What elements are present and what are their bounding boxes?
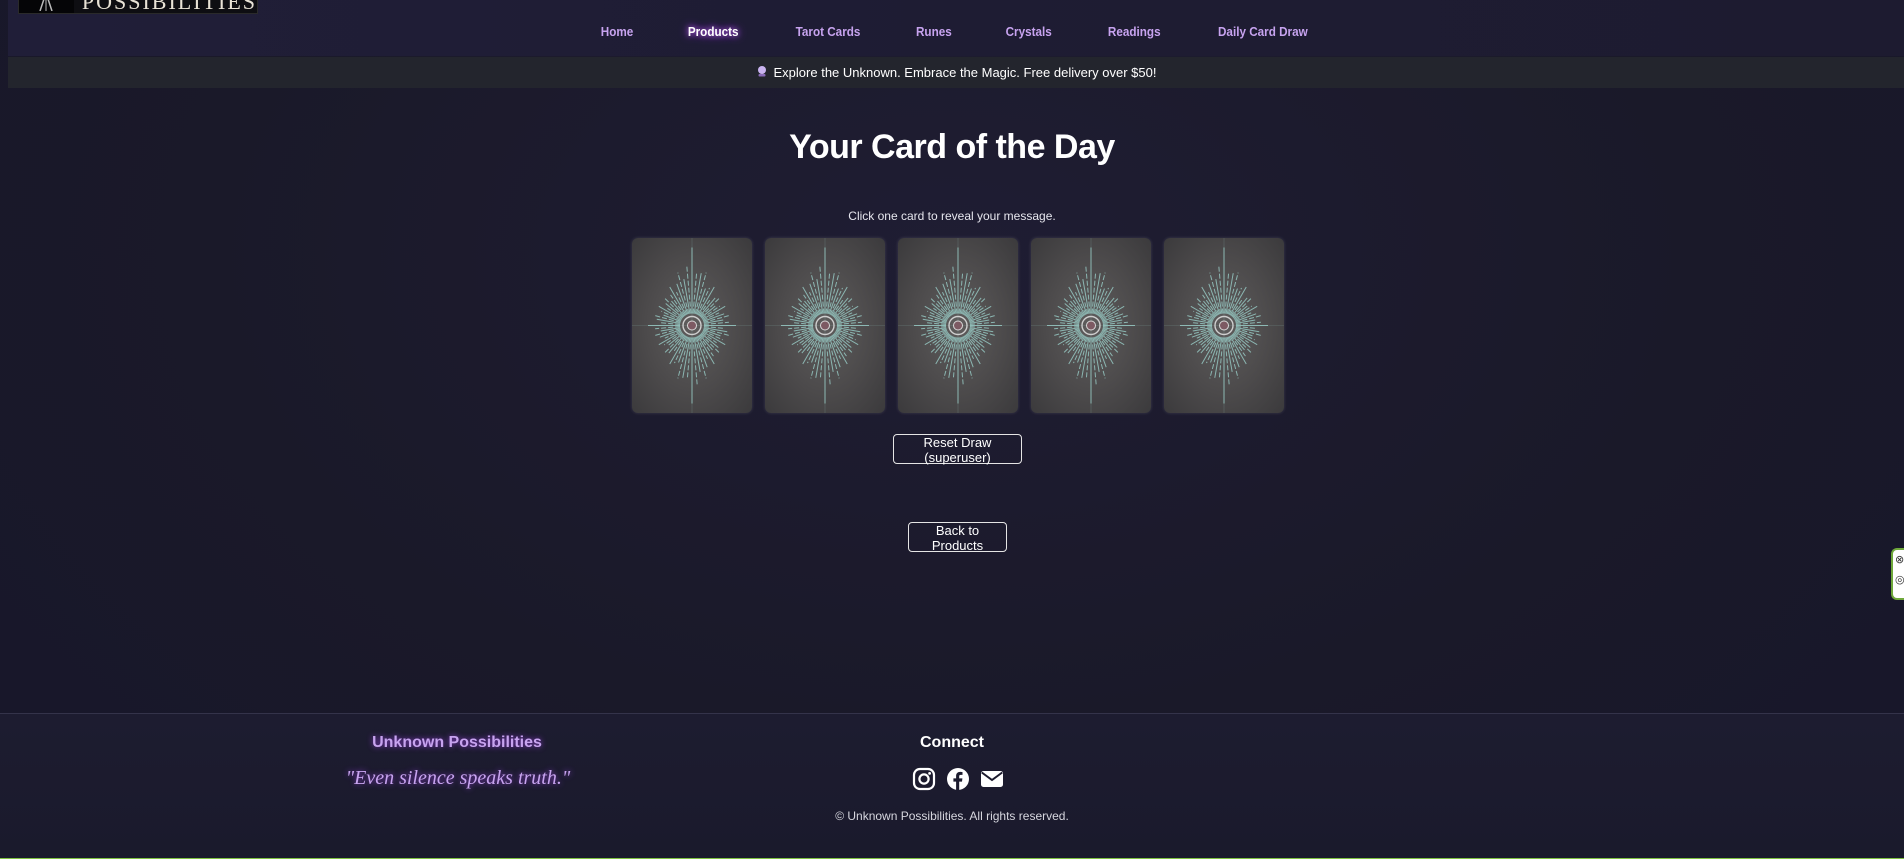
back-to-products-button[interactable]: Back to Products (908, 522, 1007, 553)
widget-icon[interactable]: ◎ (1893, 570, 1904, 590)
site-footer: Unknown Possibilities "Even silence spea… (0, 713, 1904, 859)
card-back-1[interactable] (632, 238, 752, 413)
reset-draw-button[interactable]: Reset Draw (superuser) (893, 434, 1022, 465)
instagram-icon[interactable] (912, 767, 936, 791)
logo-text: POSSIBILITIES (81, 0, 257, 14)
email-icon[interactable] (980, 767, 1004, 791)
nav-home[interactable]: Home (601, 24, 634, 39)
card-back-pattern (1164, 238, 1284, 413)
crystal-ball-icon (756, 65, 768, 80)
banner-text: Explore the Unknown. Embrace the Magic. … (773, 65, 1157, 80)
card-back-3[interactable] (898, 238, 1018, 413)
footer-quote: "Even silence speaks truth." (345, 767, 571, 789)
site-logo[interactable]: POSSIBILITIES (18, 0, 258, 14)
card-back-pattern (1031, 238, 1151, 413)
site-header: POSSIBILITIES Home Products Tarot Cards … (8, 0, 1904, 56)
connect-heading: Connect (920, 734, 984, 751)
announcement-banner: Explore the Unknown. Embrace the Magic. … (8, 57, 1904, 88)
close-icon[interactable]: ⊗ (1893, 550, 1904, 570)
page: POSSIBILITIES Home Products Tarot Cards … (0, 0, 1904, 859)
card-back-4[interactable] (1031, 238, 1151, 413)
card-back-2[interactable] (765, 238, 885, 413)
copyright-text: © Unknown Possibilities. All rights rese… (835, 809, 1069, 823)
nav-tarot-cards[interactable]: Tarot Cards (795, 24, 860, 39)
card-back-pattern (632, 238, 752, 413)
page-title: Your Card of the Day (789, 128, 1115, 166)
draw-instructions: Click one card to reveal your message. (848, 209, 1056, 223)
card-back-pattern (898, 238, 1018, 413)
nav-crystals[interactable]: Crystals (1006, 24, 1052, 39)
logo-mark-icon (19, 0, 74, 13)
facebook-icon[interactable] (946, 767, 970, 791)
card-back-5[interactable] (1164, 238, 1284, 413)
nav-runes[interactable]: Runes (916, 24, 952, 39)
card-spread (632, 238, 1284, 413)
main-nav: Home Products Tarot Cards Runes Crystals… (8, 24, 1904, 39)
social-links (912, 767, 1004, 791)
side-feedback-widget[interactable]: ⊗ ◎ (1891, 548, 1904, 600)
nav-readings[interactable]: Readings (1108, 24, 1161, 39)
card-back-pattern (765, 238, 885, 413)
nav-daily-card-draw[interactable]: Daily Card Draw (1218, 24, 1308, 39)
nav-products[interactable]: Products (688, 24, 739, 39)
